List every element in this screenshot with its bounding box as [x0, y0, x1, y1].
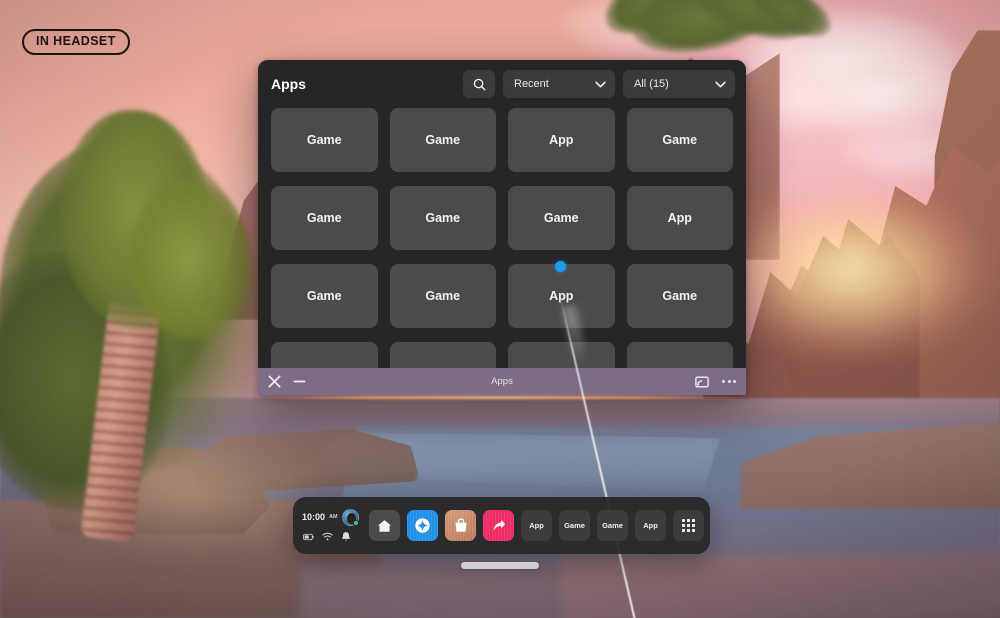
clock-and-avatar: 10:00 AM — [302, 509, 360, 526]
online-status-dot — [352, 520, 359, 526]
app-tile[interactable]: Game — [626, 264, 733, 328]
app-tile-label: Game — [425, 133, 461, 147]
more-options-button[interactable] — [722, 380, 736, 383]
filter-dropdown[interactable]: All (15) — [623, 70, 735, 98]
dock-item-4[interactable] — [483, 510, 514, 541]
dock-item-7[interactable]: Game — [597, 510, 628, 541]
app-tile-label: Game — [425, 289, 461, 303]
search-button[interactable] — [463, 70, 495, 98]
dock-item-label: App — [643, 521, 658, 530]
vr-headset-screen: IN HEADSET Apps Recent All (15) Game Gam… — [0, 0, 1000, 618]
app-tile[interactable]: Game — [626, 108, 733, 172]
app-tile[interactable]: App — [508, 108, 615, 172]
app-tile-label: Game — [306, 133, 342, 147]
share-icon — [491, 518, 506, 533]
app-tile[interactable]: Game — [389, 186, 496, 250]
app-tile-label: Game — [306, 211, 342, 225]
minimize-icon — [293, 380, 306, 383]
app-tile-label: Game — [662, 133, 698, 147]
store-icon — [454, 518, 468, 533]
dock-status-area[interactable]: 10:00 AM — [302, 509, 362, 542]
app-tile-label: Game — [306, 289, 342, 303]
apps-window: Apps Recent All (15) Game Game App Game … — [258, 60, 746, 395]
apps-grid: Game Game App Game Game Game Game App Game Game Ap… — [258, 108, 746, 395]
dock-app-list: App Game Game App — [369, 510, 704, 541]
dock-item-label: Game — [564, 521, 585, 530]
dock-item-label: App — [529, 521, 544, 530]
search-icon — [473, 78, 485, 90]
filter-dropdown-value: All (15) — [634, 78, 669, 90]
home-icon — [377, 519, 392, 533]
app-library-icon — [681, 518, 696, 533]
app-tile[interactable]: Game — [508, 186, 615, 250]
dock-item-label: Game — [602, 521, 623, 530]
window-footer-actions — [695, 375, 736, 388]
dock-item-1[interactable] — [369, 510, 400, 541]
vr-cursor-dot — [555, 261, 566, 272]
cast-button[interactable] — [695, 375, 709, 388]
clock-ampm: AM — [329, 513, 338, 520]
minimize-button[interactable] — [293, 375, 306, 388]
app-tile-label: Game — [662, 289, 698, 303]
close-icon — [268, 375, 281, 388]
sort-dropdown[interactable]: Recent — [503, 70, 615, 98]
app-tile[interactable]: App — [626, 186, 733, 250]
app-tile-label: App — [667, 211, 692, 225]
app-tile-label: App — [549, 133, 574, 147]
in-headset-badge: IN HEADSET — [22, 29, 130, 55]
app-tile[interactable]: Game — [389, 108, 496, 172]
taskbar-dock: 10:00 AM App Game Game App — [293, 497, 710, 554]
battery-icon[interactable] — [303, 533, 314, 541]
app-tile[interactable]: Game — [389, 264, 496, 328]
window-controls-bar: Apps — [258, 368, 746, 395]
app-tile-label: Game — [543, 211, 579, 225]
app-library-button[interactable] — [673, 510, 704, 541]
dock-item-3[interactable] — [445, 510, 476, 541]
window-footer-title: Apps — [491, 376, 513, 387]
app-tile[interactable]: Game — [271, 264, 378, 328]
chevron-down-icon — [595, 81, 606, 87]
cast-icon — [695, 375, 709, 388]
dock-item-2[interactable] — [407, 510, 438, 541]
clock-time: 10:00 — [302, 512, 326, 522]
dock-item-8[interactable]: App — [635, 510, 666, 541]
app-tile[interactable]: App — [508, 264, 615, 328]
explore-icon — [414, 517, 431, 534]
page-title: Apps — [271, 76, 306, 92]
more-options-icon — [722, 380, 736, 383]
status-icons — [302, 531, 360, 542]
wifi-icon[interactable] — [322, 532, 333, 541]
close-button[interactable] — [268, 375, 281, 388]
chevron-down-icon — [715, 81, 726, 87]
notifications-bell-icon[interactable] — [341, 531, 351, 542]
home-indicator-bar[interactable] — [461, 562, 539, 569]
app-tile[interactable]: Game — [271, 108, 378, 172]
app-tile[interactable]: Game — [271, 186, 378, 250]
apps-window-header: Apps Recent All (15) — [258, 60, 746, 108]
window-underglow — [262, 396, 742, 399]
dock-item-5[interactable]: App — [521, 510, 552, 541]
avatar[interactable] — [341, 509, 359, 526]
sort-dropdown-value: Recent — [514, 78, 549, 90]
app-tile-label: Game — [425, 211, 461, 225]
dock-item-6[interactable]: Game — [559, 510, 590, 541]
